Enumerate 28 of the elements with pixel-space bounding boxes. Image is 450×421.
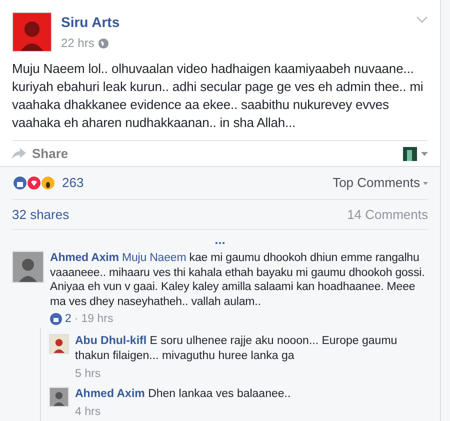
like-icon: [50, 313, 62, 325]
comment-text: Abu Dhul-kifl E soru ulhenee rajje aku nooon... Europe gaumu thakun filaigen... mivaguthu huree lanka ga: [75, 334, 398, 364]
author-link[interactable]: Ahmed Axim: [50, 252, 119, 264]
share-button[interactable]: Share: [12, 144, 68, 164]
avatar-icon: [403, 146, 417, 160]
profile-selector[interactable]: [403, 146, 428, 160]
mention-link[interactable]: Muju Naeem: [122, 252, 186, 264]
reactions-icon[interactable]: [12, 175, 56, 191]
avatar-icon[interactable]: [49, 387, 69, 407]
avatar-icon[interactable]: [12, 12, 52, 52]
avatar-icon[interactable]: [49, 334, 69, 354]
post-text: Muju Naeem lol.. olhuvaalan video hadhaigen kaamiyaabeh nuvaane... kuriyah ebahuri leak kurun.. adhi secular page ge ves eh admin thee.. mi vaahaka dhakkanee evidence aa ekee.. saabithu nukurevey evves vaahaka eh aharen nudhakkaanan.. in sha Allah...: [12, 60, 424, 132]
author-link[interactable]: Abu Dhul-kifl: [75, 335, 147, 347]
sort-dropdown[interactable]: Top Comments: [332, 173, 428, 193]
shares-link[interactable]: 32 shares: [12, 204, 70, 224]
globe-icon: [98, 38, 110, 48]
comment-text: Ahmed Axim Muju Naeem kae mi gaumu dhookoh dhiun emme rangalhu vaaaneee.. mihaaru ves thi kahala ethah bayaku mi gaumu dhookoh gossi. Aniyaa eh vun v gaai. Kaley kaley amilla salaami kan hoadhaanee. Meee ma ves dhey naseyhatheh.. vallah aulam..: [50, 251, 426, 309]
caret-icon: [423, 182, 428, 184]
author-link[interactable]: Siru Arts: [61, 12, 407, 33]
more-comments-button[interactable]: ...: [214, 234, 226, 244]
reaction-count[interactable]: 263: [62, 173, 84, 193]
comment-text: Ahmed Axim Dhen lankaa ves balaanee..: [75, 387, 292, 402]
avatar-icon[interactable]: [12, 251, 44, 283]
caret-icon: [421, 152, 428, 156]
author-link[interactable]: Ahmed Axim: [75, 388, 145, 400]
like-count[interactable]: 2: [65, 312, 72, 326]
share-icon: [12, 148, 26, 159]
separator-dot: ·: [74, 312, 78, 326]
